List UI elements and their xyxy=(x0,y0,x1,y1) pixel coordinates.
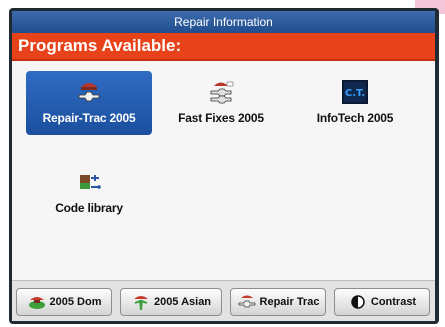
program-label: Fast Fixes 2005 xyxy=(178,111,264,125)
contrast-label: Contrast xyxy=(370,296,417,308)
repair-trac-label: Repair Trac xyxy=(259,296,320,308)
contrast-button[interactable]: Contrast xyxy=(334,288,430,316)
repair-trac-button[interactable]: Repair Trac xyxy=(230,288,326,316)
program-label: InfoTech 2005 xyxy=(316,111,394,125)
repair-trac-icon xyxy=(78,83,100,102)
domestic-car-icon xyxy=(28,297,45,309)
repair-trac-icon xyxy=(238,295,255,308)
asian-car-icon xyxy=(133,296,148,310)
screen: Repair Information Programs Available: R… xyxy=(12,11,435,321)
asian-2005-button[interactable]: 2005 Asian xyxy=(120,288,222,316)
dom-2005-label: 2005 Dom xyxy=(49,296,102,308)
contrast-icon xyxy=(351,295,365,309)
program-grid: Repair-Trac 2005 Fast Fixes 2005 C.T. In… xyxy=(12,61,435,281)
program-code-library[interactable]: Code library xyxy=(26,161,152,225)
dom-2005-button[interactable]: 2005 Dom xyxy=(16,288,112,316)
programs-banner: Programs Available: xyxy=(12,33,435,61)
program-fast-fixes[interactable]: Fast Fixes 2005 xyxy=(158,71,284,135)
window-title: Repair Information xyxy=(12,11,435,33)
bottom-toolbar: 2005 Dom 2005 Asian Repair Trac Contrast xyxy=(12,280,435,321)
program-label: Code library xyxy=(55,201,123,215)
program-repair-trac[interactable]: Repair-Trac 2005 xyxy=(26,71,152,135)
infotech-icon: C.T. xyxy=(342,80,368,104)
fast-fixes-icon xyxy=(210,81,234,104)
infotech-icon-text: C.T. xyxy=(345,88,365,99)
asian-2005-label: 2005 Asian xyxy=(153,296,212,308)
program-label: Repair-Trac 2005 xyxy=(42,111,136,125)
program-infotech[interactable]: C.T. InfoTech 2005 xyxy=(292,71,418,135)
code-library-icon xyxy=(80,175,101,189)
